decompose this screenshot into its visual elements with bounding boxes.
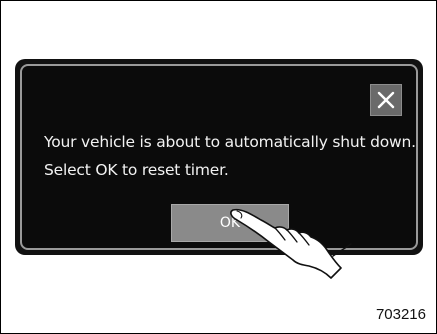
dialog-panel: Your vehicle is about to automatically s… xyxy=(20,64,418,250)
shutdown-dialog: Your vehicle is about to automatically s… xyxy=(15,59,423,255)
pointing-hand-icon xyxy=(230,208,352,279)
close-button[interactable] xyxy=(370,84,402,116)
figure-number: 703216 xyxy=(375,306,426,323)
message-line-1: Your vehicle is about to automatically s… xyxy=(44,133,416,151)
figure-frame: Your vehicle is about to automatically s… xyxy=(0,0,437,334)
close-icon xyxy=(377,91,395,109)
dialog-message: Your vehicle is about to automatically s… xyxy=(44,128,416,184)
message-line-2: Select OK to reset timer. xyxy=(44,161,229,179)
